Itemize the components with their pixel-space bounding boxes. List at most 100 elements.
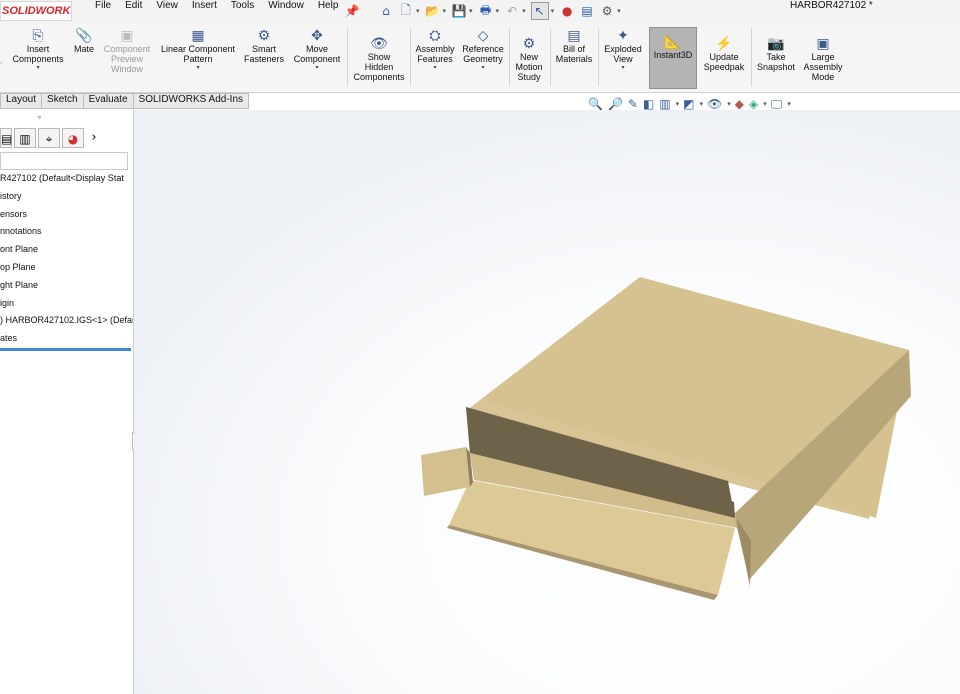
ribbon-overflow-icon[interactable]: ‹: [0, 60, 2, 67]
feature-manager-panel: ⚬ ▤ ▥ ⌖ ◕ › R427102 (Default<Display Sta…: [0, 110, 134, 694]
undo-dropdown-icon[interactable]: ▾: [522, 7, 526, 15]
ribbon-separator: [347, 28, 348, 86]
new-motion-study-button[interactable]: ⚙ New Motion Study: [511, 34, 547, 98]
apply-scene-icon[interactable]: ◈: [749, 97, 758, 111]
bill-of-materials-icon: ▤: [567, 27, 581, 43]
hide-show-items-icon[interactable]: 👁: [707, 97, 722, 111]
tab-sketch[interactable]: Sketch: [42, 93, 84, 109]
chevron-down-icon[interactable]: ▾: [787, 100, 791, 108]
solidworks-logo[interactable]: SOLIDWORKS: [0, 1, 72, 21]
tab-evaluate[interactable]: Evaluate: [83, 93, 134, 109]
zoom-to-fit-icon[interactable]: 🔍: [588, 97, 603, 111]
undo-icon[interactable]: ↶: [504, 3, 520, 19]
tree-item-origin[interactable]: igin: [0, 298, 133, 316]
open-dropdown-icon[interactable]: ▾: [443, 7, 447, 15]
menu-tools[interactable]: Tools: [224, 0, 261, 22]
edit-appearance-icon[interactable]: ◆: [735, 97, 744, 111]
box-model-3d[interactable]: [134, 110, 960, 694]
update-speedpak-button[interactable]: ⚡ Update Speedpak: [700, 34, 748, 98]
menu-bar: File Edit View Insert Tools Window Help: [88, 0, 345, 22]
options-icon[interactable]: ▤: [579, 3, 595, 19]
print-dropdown-icon[interactable]: ▾: [496, 7, 500, 15]
chevron-down-icon[interactable]: ▾: [290, 64, 344, 72]
property-manager-tab-icon[interactable]: ▥: [14, 128, 36, 148]
bill-of-materials-button[interactable]: ▤ Bill of Materials: [552, 26, 596, 90]
select-icon[interactable]: ↖: [530, 2, 549, 20]
tree-item-front-plane[interactable]: ont Plane: [0, 244, 133, 262]
configuration-manager-tab-icon[interactable]: ⌖: [38, 128, 60, 148]
title-bar: SOLIDWORKS File Edit View Insert Tools W…: [0, 0, 960, 22]
chevron-down-icon[interactable]: ▾: [676, 100, 680, 108]
save-dropdown-icon[interactable]: ▾: [469, 7, 473, 15]
chevron-down-icon[interactable]: ▾: [727, 100, 731, 108]
tree-item-top-plane[interactable]: op Plane: [0, 262, 133, 280]
take-snapshot-button[interactable]: 📷 Take Snapshot: [753, 34, 799, 98]
tab-layout[interactable]: Layout: [0, 93, 43, 109]
show-hidden-label: Show Hidden Components: [353, 52, 405, 82]
select-dropdown-icon[interactable]: ▾: [551, 7, 555, 15]
panel-grip-icon[interactable]: ⚬: [36, 113, 43, 122]
menu-help[interactable]: Help: [311, 0, 346, 22]
menu-file[interactable]: File: [88, 0, 118, 22]
pin-icon[interactable]: 📌: [344, 3, 360, 19]
tree-item-history[interactable]: istory: [0, 191, 133, 209]
graphics-viewport[interactable]: [134, 110, 960, 694]
tree-item-sensors[interactable]: ensors: [0, 209, 133, 227]
chevron-down-icon[interactable]: ▾: [413, 64, 457, 72]
menu-edit[interactable]: Edit: [118, 0, 149, 22]
linear-pattern-label: Linear Component Pattern: [160, 44, 236, 64]
tree-item-component-igs[interactable]: ) HARBOR427102.IGS<1> (Defau: [0, 315, 133, 333]
menu-window[interactable]: Window: [261, 0, 311, 22]
exploded-view-button[interactable]: ✦ Exploded View ▾: [600, 26, 646, 90]
chevron-down-icon[interactable]: ▾: [10, 64, 66, 72]
ribbon-separator: [509, 28, 510, 86]
chevron-down-icon[interactable]: ▾: [157, 64, 239, 72]
new-icon[interactable]: 🗋: [398, 3, 414, 19]
show-hidden-button[interactable]: 👁 Show Hidden Components: [350, 34, 408, 98]
move-component-button[interactable]: ✥ Move Component ▾: [290, 26, 344, 90]
tree-item-annotations[interactable]: nnotations: [0, 226, 133, 244]
view-orientation-icon[interactable]: ◩: [683, 97, 694, 111]
linear-pattern-button[interactable]: ▦ Linear Component Pattern ▾: [157, 26, 239, 90]
zoom-to-area-icon[interactable]: 🔎: [608, 97, 623, 111]
open-icon[interactable]: 📂: [425, 3, 441, 19]
chevron-down-icon[interactable]: ▾: [700, 100, 704, 108]
save-icon[interactable]: 💾: [451, 3, 467, 19]
component-preview-button[interactable]: ▣ Component Preview Window: [100, 26, 154, 90]
rollback-bar[interactable]: [0, 348, 131, 351]
mate-label: Mate: [73, 44, 94, 54]
show-hidden-icon: 👁: [370, 35, 388, 51]
ribbon-separator: [598, 28, 599, 86]
home-icon[interactable]: ⌂: [378, 3, 394, 19]
tab-solidworks-addins[interactable]: SOLIDWORKS Add-Ins: [133, 93, 250, 109]
section-view-icon[interactable]: ◧: [643, 97, 654, 111]
new-dropdown-icon[interactable]: ▾: [416, 7, 420, 15]
panel-tabs-chevron-icon[interactable]: ›: [86, 128, 102, 148]
previous-view-icon[interactable]: ✎: [628, 97, 638, 111]
tree-item-right-plane[interactable]: ght Plane: [0, 280, 133, 298]
large-assembly-mode-button[interactable]: ▣ Large Assembly Mode: [800, 34, 846, 98]
tree-item-assembly-root[interactable]: R427102 (Default<Display Stat: [0, 173, 133, 191]
dynamic-annotation-icon[interactable]: ▥: [659, 97, 670, 111]
print-icon[interactable]: 🖶: [478, 3, 494, 19]
traffic-light-icon[interactable]: ●: [559, 3, 575, 19]
instant3d-icon: 📐: [664, 33, 682, 49]
insert-components-button[interactable]: ⎘ Insert Components ▾: [10, 26, 66, 90]
settings-icon[interactable]: ⚙: [599, 3, 615, 19]
instant3d-button[interactable]: 📐 Instant3D: [649, 27, 697, 89]
menu-insert[interactable]: Insert: [185, 0, 224, 22]
mate-button[interactable]: 📎 Mate: [70, 26, 98, 90]
feature-manager-tab-icon[interactable]: ▤: [0, 128, 12, 148]
chevron-down-icon[interactable]: ▾: [600, 64, 646, 72]
box-left-flap: [421, 447, 470, 496]
chevron-down-icon[interactable]: ▾: [763, 100, 767, 108]
tree-filter-input[interactable]: [0, 152, 128, 170]
assembly-features-button[interactable]: ⛭ Assembly Features ▾: [413, 26, 457, 90]
menu-view[interactable]: View: [149, 0, 185, 22]
reference-geometry-button[interactable]: ◇ Reference Geometry ▾: [459, 26, 507, 90]
chevron-down-icon[interactable]: ▾: [459, 64, 507, 72]
smart-fasteners-button[interactable]: ⚙ Smart Fasteners: [242, 26, 286, 90]
document-title: HARBOR427102 *: [790, 0, 873, 11]
display-manager-tab-icon[interactable]: ◕: [62, 128, 84, 148]
settings-dropdown-icon[interactable]: ▾: [617, 7, 621, 15]
